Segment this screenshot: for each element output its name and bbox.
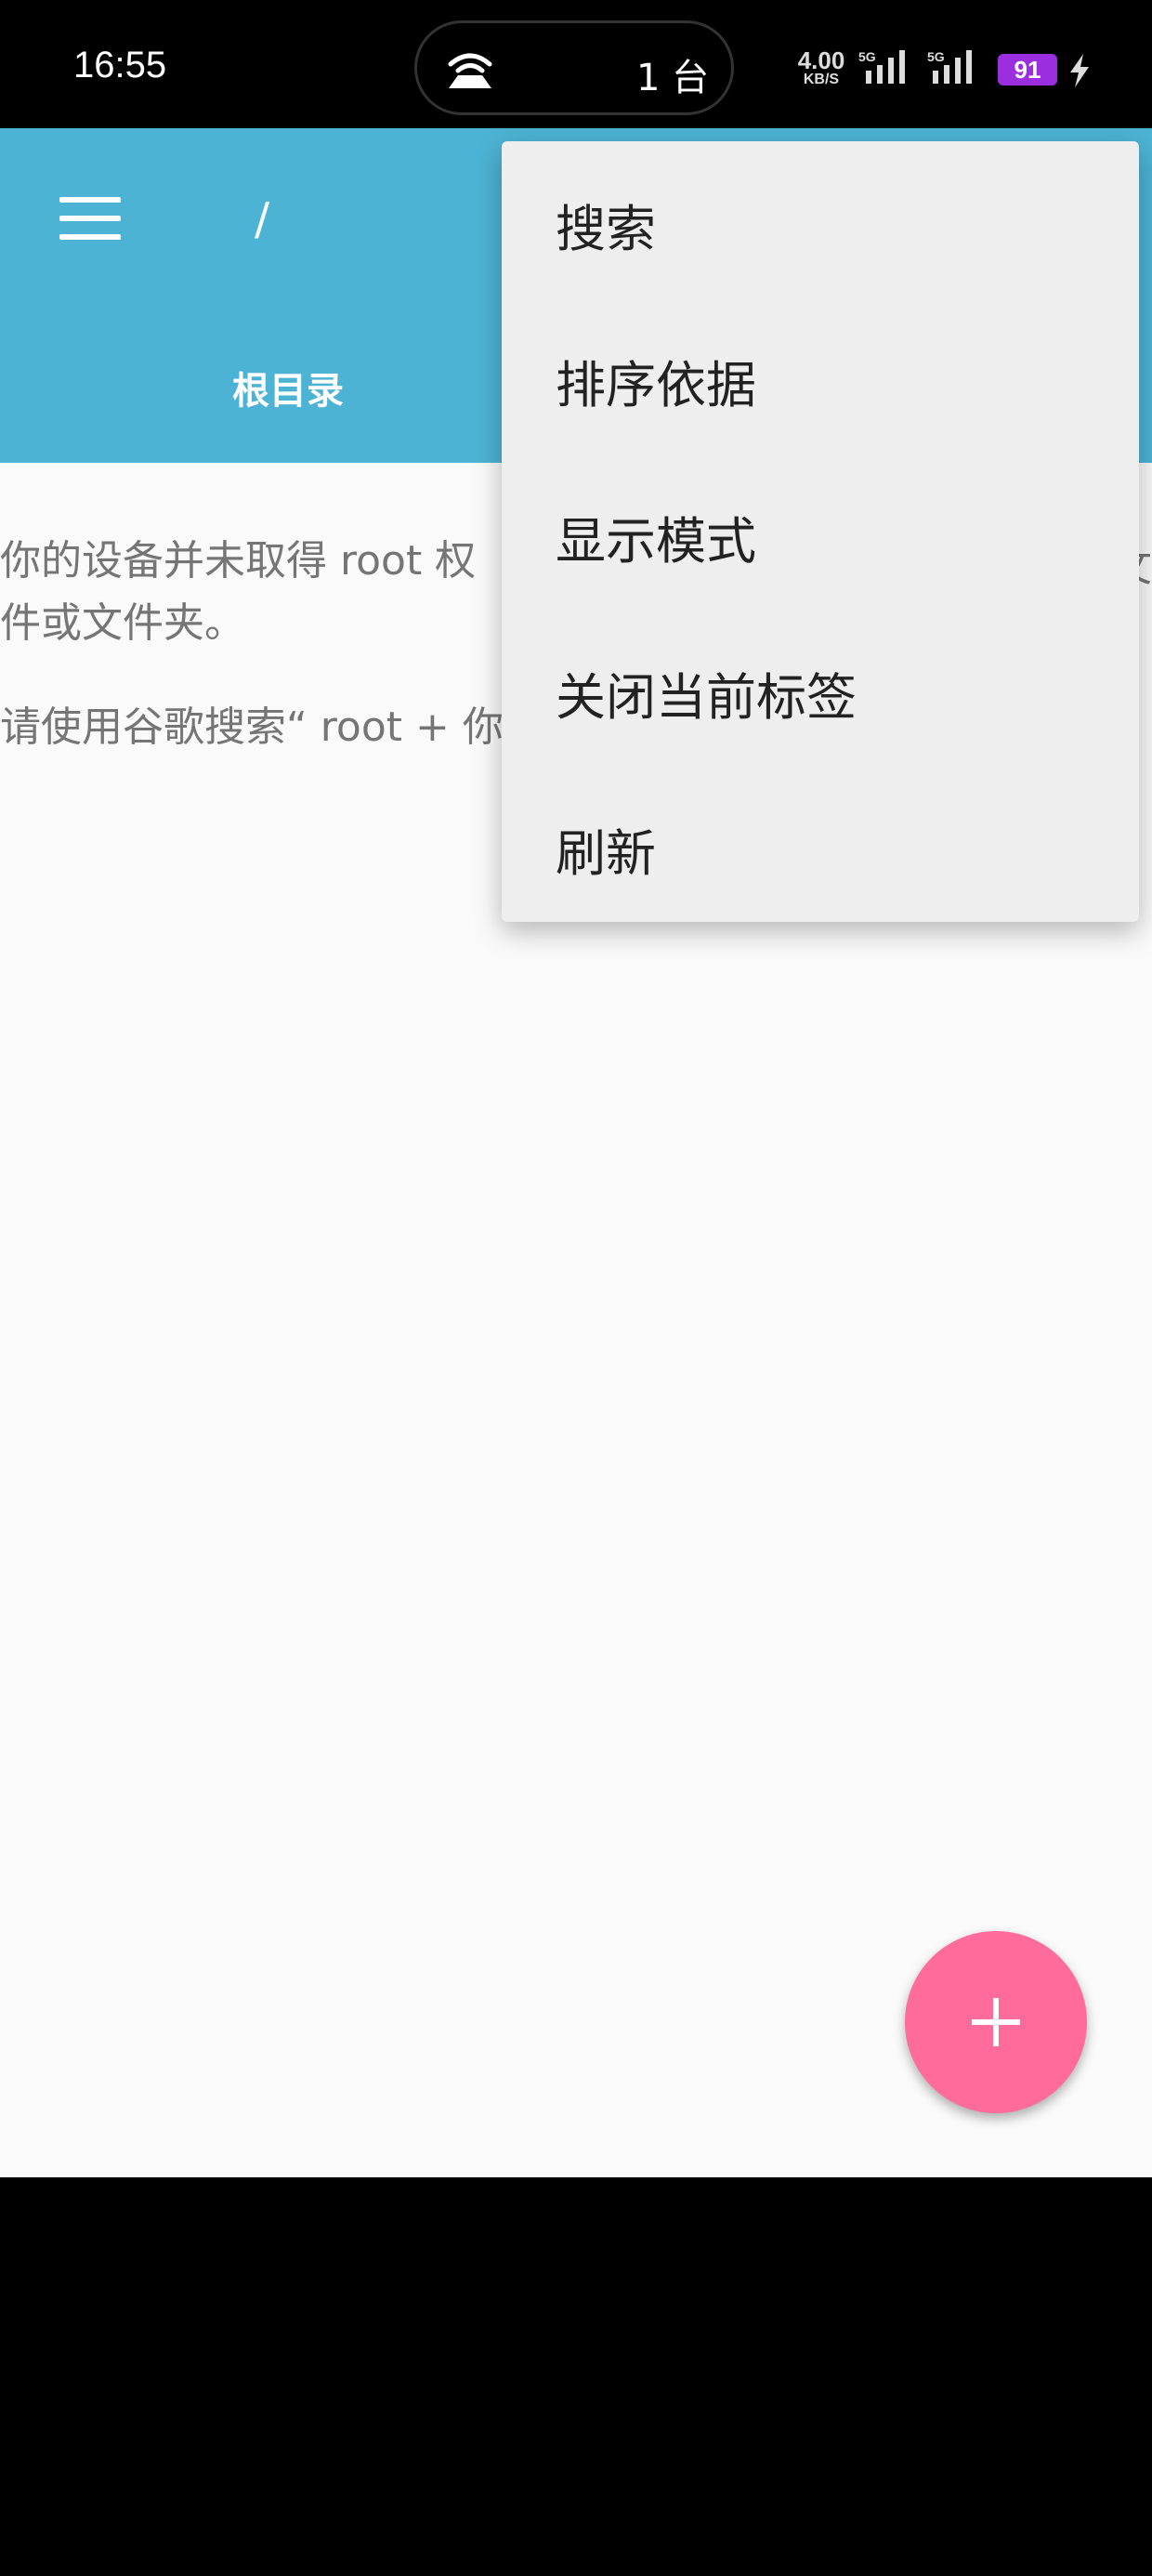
hotspot-icon (448, 53, 492, 88)
battery-level: 91 (998, 54, 1057, 85)
add-button[interactable] (905, 1931, 1087, 2113)
hotspot-count: 1 台 (636, 57, 710, 99)
hotspot-indicator[interactable]: 1 台 (414, 20, 734, 115)
root-warning-line3: 请使用谷歌搜索“ root + 你 (0, 703, 504, 751)
menu-item-sort-by[interactable]: 排序依据 (502, 297, 1139, 453)
menu-item-display-mode[interactable]: 显示模式 (502, 453, 1139, 610)
current-path: / (255, 193, 270, 245)
menu-item-close-tab[interactable]: 关闭当前标签 (502, 610, 1139, 766)
charging-icon (1070, 54, 1089, 87)
signal-icon-sim1: 5G (858, 49, 905, 84)
hamburger-menu-icon[interactable] (48, 188, 123, 253)
sim2-label: 5G (927, 49, 945, 64)
navigation-bar (0, 2177, 1152, 2576)
menu-item-refresh[interactable]: 刷新 (502, 766, 1139, 922)
root-warning-line2: 件或文件夹。 (0, 599, 245, 647)
signal-icon-sim2: 5G (927, 49, 972, 84)
sim1-label: 5G (858, 49, 876, 64)
status-bar: 16:55 1 台 4.00 KB/S 5G 5G 91 (0, 0, 1152, 128)
menu-item-label: 显示模式 (556, 512, 756, 571)
tab-root-directory[interactable]: 根目录 (167, 361, 409, 414)
menu-item-label: 刷新 (556, 824, 656, 883)
menu-item-label: 排序依据 (556, 356, 756, 414)
network-speed-unit: KB/S (803, 72, 840, 87)
menu-item-label: 关闭当前标签 (556, 668, 857, 727)
menu-item-label: 搜索 (556, 200, 656, 258)
root-warning-line1: 你的设备并未取得 root 权 (0, 537, 477, 585)
menu-item-search[interactable]: 搜索 (502, 141, 1139, 297)
network-speed: 4.00 KB/S (792, 48, 851, 87)
overflow-menu: 搜索 排序依据 显示模式 关闭当前标签 刷新 (502, 141, 1139, 922)
network-speed-value: 4.00 (797, 46, 845, 74)
clock: 16:55 (73, 45, 167, 85)
